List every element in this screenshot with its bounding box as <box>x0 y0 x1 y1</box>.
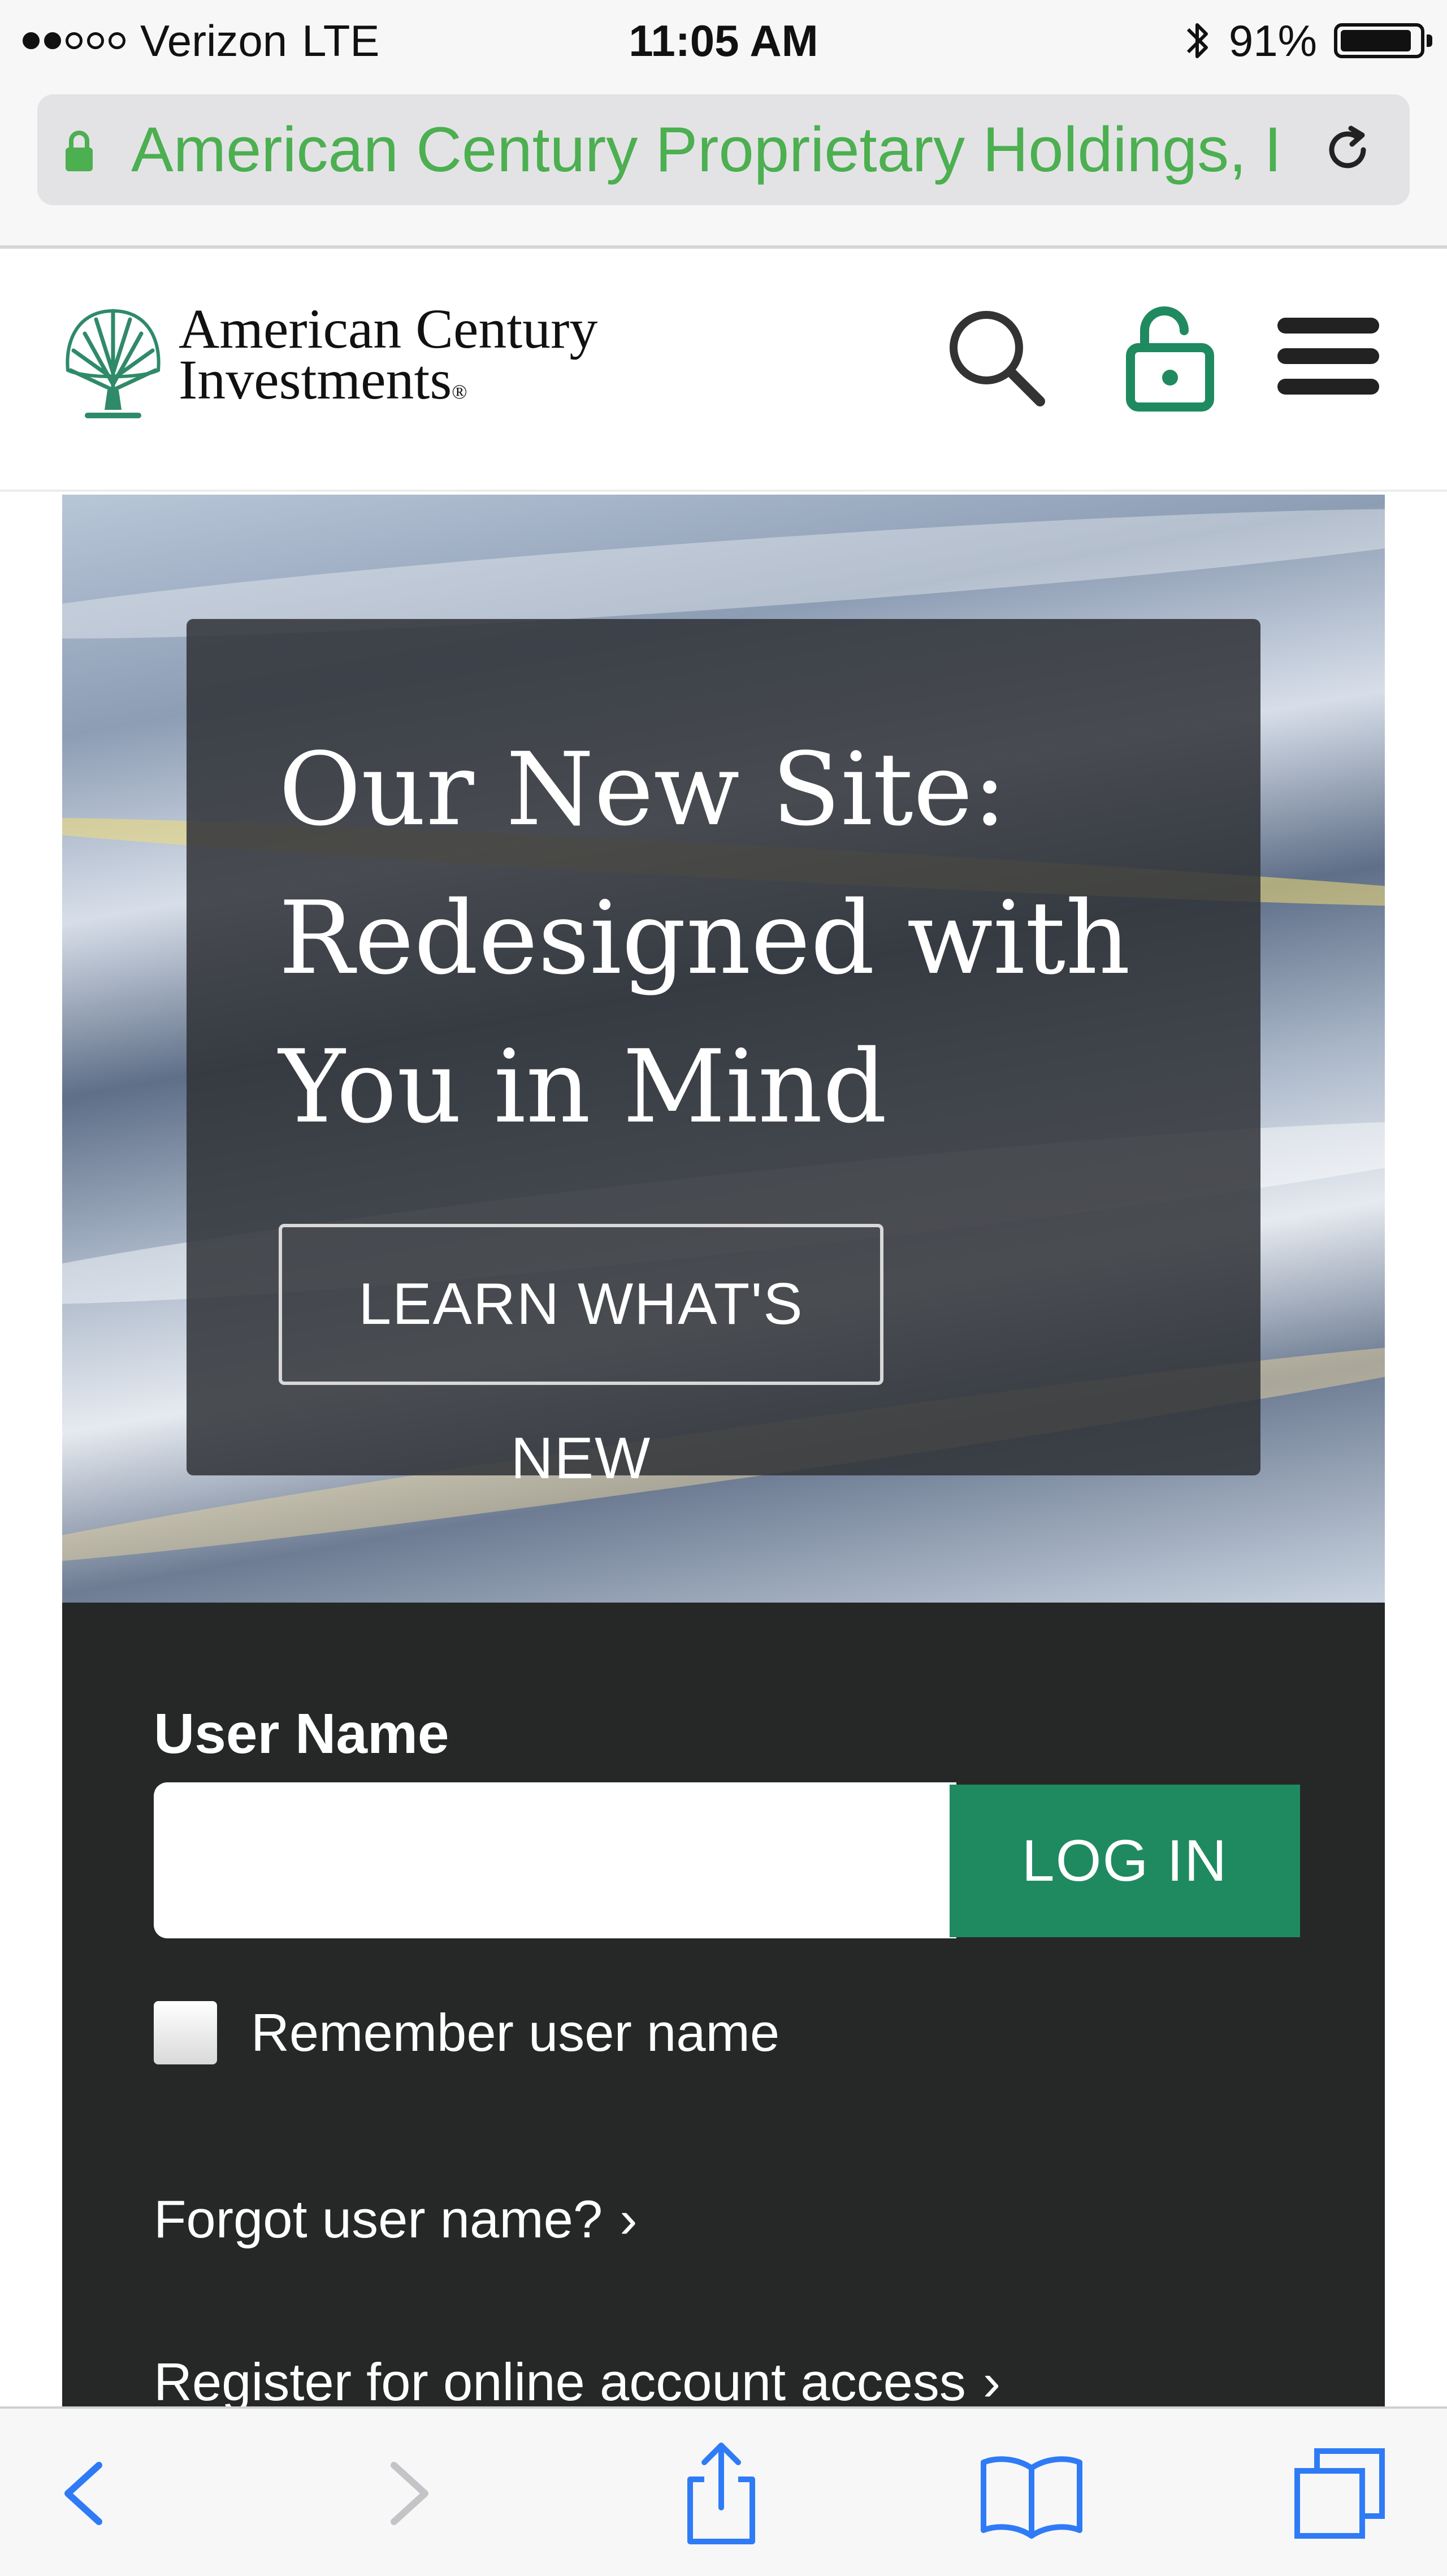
login-lock-icon[interactable] <box>1114 300 1227 413</box>
back-arrow-icon[interactable] <box>28 2437 141 2550</box>
reload-icon[interactable] <box>1319 122 1376 178</box>
register-link[interactable]: Register for online account access › <box>154 2352 1000 2413</box>
remember-user-checkbox[interactable] <box>154 2001 217 2064</box>
browser-toolbar <box>0 2406 1447 2576</box>
username-input[interactable] <box>154 1782 956 1938</box>
bookmarks-icon[interactable] <box>975 2437 1088 2550</box>
status-right: 91% <box>1184 12 1432 69</box>
status-bar: Verizon LTE 11:05 AM 91% <box>0 0 1447 82</box>
battery-icon <box>1334 23 1432 58</box>
hero-title: Our New Site: Redesigned with You in Min… <box>279 731 1130 1145</box>
search-icon[interactable] <box>938 300 1051 413</box>
logo-line-1: American Century <box>179 297 598 360</box>
logo-wordmark: American Century Investments® <box>179 297 598 417</box>
remember-user-row[interactable]: Remember user name <box>154 2001 779 2064</box>
secure-lock-icon <box>66 131 93 171</box>
tree-logo-icon <box>66 309 161 418</box>
learn-whats-new-button[interactable]: LEARN WHAT'S NEW <box>279 1224 883 1491</box>
hero-banner: Our New Site: Redesigned with You in Min… <box>62 495 1385 1603</box>
forgot-username-link[interactable]: Forgot user name? › <box>154 2189 638 2250</box>
address-bar[interactable]: American Century Proprietary Holdings, I… <box>37 94 1410 205</box>
battery-level <box>1341 30 1411 51</box>
share-icon[interactable] <box>665 2437 778 2550</box>
browser-address-area: American Century Proprietary Holdings, I… <box>0 82 1447 249</box>
remember-user-label: Remember user name <box>251 2003 780 2062</box>
chevron-right-icon: › <box>619 2189 638 2249</box>
tabs-icon[interactable] <box>1283 2437 1396 2550</box>
login-panel: User Name LOG IN Remember user name Forg… <box>62 1603 1385 2412</box>
site-logo[interactable]: American Century Investments® <box>62 300 597 421</box>
chevron-right-icon: › <box>982 2352 1001 2412</box>
screen: Verizon LTE 11:05 AM 91% American Centur… <box>0 0 1447 2576</box>
registered-mark: ® <box>452 380 467 403</box>
forward-arrow-icon[interactable] <box>352 2437 465 2550</box>
login-button[interactable]: LOG IN <box>950 1785 1300 1937</box>
logo-line-2-text: Investments <box>179 348 452 411</box>
register-text: Register for online account access <box>154 2352 966 2412</box>
username-label: User Name <box>154 1702 449 1765</box>
battery-percent: 91% <box>1228 15 1317 66</box>
forgot-username-text: Forgot user name? <box>154 2189 603 2249</box>
logo-line-2: Investments® <box>179 352 597 417</box>
hero-card: Our New Site: Redesigned with You in Min… <box>187 619 1260 1491</box>
url-title: American Century Proprietary Holdings, I… <box>131 114 1280 185</box>
hamburger-menu-icon[interactable] <box>1272 300 1385 413</box>
site-header: American Century Investments® <box>0 249 1447 492</box>
bluetooth-icon <box>1186 23 1208 58</box>
